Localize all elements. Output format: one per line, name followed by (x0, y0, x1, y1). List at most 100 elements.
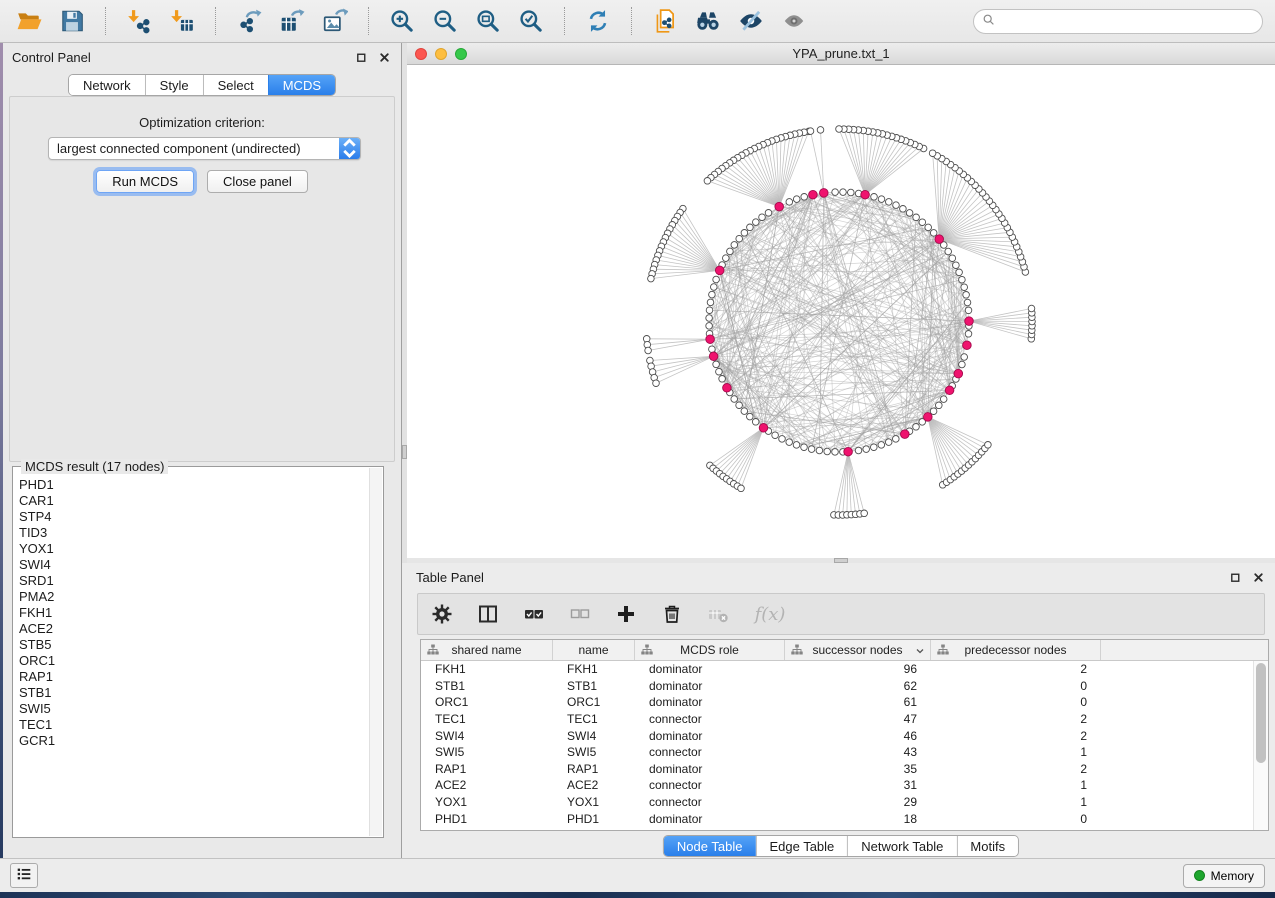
delete-column-icon[interactable] (660, 602, 684, 626)
export-table-icon[interactable] (275, 5, 309, 37)
graph-node[interactable] (959, 276, 966, 283)
tab-style[interactable]: Style (145, 75, 203, 95)
mcds-result-item[interactable]: RAP1 (19, 669, 365, 685)
graph-node[interactable] (793, 196, 800, 203)
tab-edge-table[interactable]: Edge Table (755, 836, 847, 856)
close-icon[interactable] (1251, 570, 1266, 585)
table-row[interactable]: YOX1YOX1connector291 (421, 794, 1253, 811)
graph-node[interactable] (759, 214, 766, 221)
graph-node[interactable] (885, 439, 892, 446)
mcds-result-item[interactable]: ACE2 (19, 621, 365, 637)
graph-mcds-hub-node[interactable] (935, 235, 944, 244)
table-row[interactable]: TEC1TEC1connector472 (421, 711, 1253, 728)
graph-node[interactable] (919, 219, 926, 226)
graph-node[interactable] (716, 368, 723, 375)
table-row[interactable]: ACE2ACE2connector311 (421, 777, 1253, 794)
graph-node[interactable] (707, 299, 714, 306)
graph-node[interactable] (959, 361, 966, 368)
graph-node[interactable] (709, 346, 716, 353)
graph-node[interactable] (653, 380, 660, 387)
graph-node[interactable] (965, 331, 972, 338)
graph-node[interactable] (801, 444, 808, 451)
search-input[interactable] (1000, 14, 1254, 28)
graph-node[interactable] (713, 361, 720, 368)
graph-node[interactable] (723, 255, 730, 262)
graph-mcds-hub-node[interactable] (709, 352, 718, 361)
table-row[interactable]: PHD1PHD1dominator180 (421, 810, 1253, 827)
graph-node[interactable] (736, 402, 743, 409)
show-hidden-icon[interactable] (777, 5, 811, 37)
graph-node[interactable] (706, 315, 713, 322)
zoom-out-icon[interactable] (428, 5, 462, 37)
column-header-shared_name[interactable]: shared name (421, 640, 553, 660)
export-network-icon[interactable] (232, 5, 266, 37)
table-row[interactable]: FKH1FKH1dominator962 (421, 661, 1253, 678)
graph-node[interactable] (747, 413, 754, 420)
mcds-result-item[interactable]: STB1 (19, 685, 365, 701)
mcds-result-item[interactable]: SWI4 (19, 557, 365, 573)
graph-node[interactable] (824, 448, 831, 455)
graph-node[interactable] (956, 269, 963, 276)
graph-node[interactable] (961, 354, 968, 361)
zoom-in-icon[interactable] (385, 5, 419, 37)
graph-node[interactable] (706, 307, 713, 314)
table-row[interactable]: SWI4SWI4dominator462 (421, 727, 1253, 744)
graph-node[interactable] (878, 196, 885, 203)
graph-node[interactable] (727, 248, 734, 255)
graph-node[interactable] (940, 396, 947, 403)
graph-node[interactable] (929, 150, 936, 157)
graph-node[interactable] (801, 194, 808, 201)
table-row[interactable]: ORC1ORC1dominator610 (421, 694, 1253, 711)
graph-node[interactable] (736, 235, 743, 242)
mcds-result-item[interactable]: PMA2 (19, 589, 365, 605)
graph-node[interactable] (747, 224, 754, 231)
graph-node[interactable] (953, 262, 960, 269)
deselect-all-icon[interactable] (568, 602, 592, 626)
graph-node[interactable] (713, 276, 720, 283)
mcds-result-item[interactable]: PHD1 (19, 477, 365, 493)
graph-mcds-hub-node[interactable] (775, 202, 784, 211)
graph-mcds-hub-node[interactable] (844, 447, 853, 456)
mcds-result-item[interactable]: FKH1 (19, 605, 365, 621)
close-icon[interactable] (377, 50, 392, 65)
graph-node[interactable] (786, 199, 793, 206)
import-network-icon[interactable] (122, 5, 156, 37)
mcds-result-item[interactable]: STP4 (19, 509, 365, 525)
save-icon[interactable] (55, 5, 89, 37)
graph-mcds-hub-node[interactable] (706, 335, 715, 344)
graph-node[interactable] (963, 292, 970, 299)
graph-node[interactable] (985, 442, 992, 449)
network-titlebar[interactable]: YPA_prune.txt_1 (407, 43, 1275, 65)
graph-node[interactable] (741, 230, 748, 237)
graph-node[interactable] (878, 442, 885, 449)
graph-node[interactable] (731, 396, 738, 403)
graph-node[interactable] (738, 485, 745, 492)
add-column-icon[interactable] (614, 602, 638, 626)
graph-node[interactable] (961, 284, 968, 291)
open-folder-icon[interactable] (12, 5, 46, 37)
tab-network-table[interactable]: Network Table (847, 836, 956, 856)
graph-node[interactable] (886, 199, 893, 206)
graph-node[interactable] (930, 408, 937, 415)
mcds-result-item[interactable]: ORC1 (19, 653, 365, 669)
graph-node[interactable] (648, 275, 655, 282)
graph-node[interactable] (731, 242, 738, 249)
graph-node[interactable] (807, 128, 814, 135)
graph-node[interactable] (808, 446, 815, 453)
graph-mcds-hub-node[interactable] (901, 430, 910, 439)
graph-node[interactable] (816, 447, 823, 454)
graph-node[interactable] (930, 230, 937, 237)
find-network-icon[interactable] (691, 5, 725, 37)
mcds-result-item[interactable]: GCR1 (19, 733, 365, 749)
graph-mcds-hub-node[interactable] (963, 341, 972, 350)
table-scrollbar-thumb[interactable] (1256, 663, 1266, 763)
graph-node[interactable] (832, 189, 839, 196)
graph-node[interactable] (752, 419, 759, 426)
graph-node[interactable] (832, 449, 839, 456)
import-table-icon[interactable] (165, 5, 199, 37)
float-window-icon[interactable] (1228, 570, 1243, 585)
mcds-result-item[interactable]: TEC1 (19, 717, 365, 733)
graph-node[interactable] (711, 284, 718, 291)
graph-node[interactable] (871, 444, 878, 451)
graph-node[interactable] (765, 210, 772, 217)
